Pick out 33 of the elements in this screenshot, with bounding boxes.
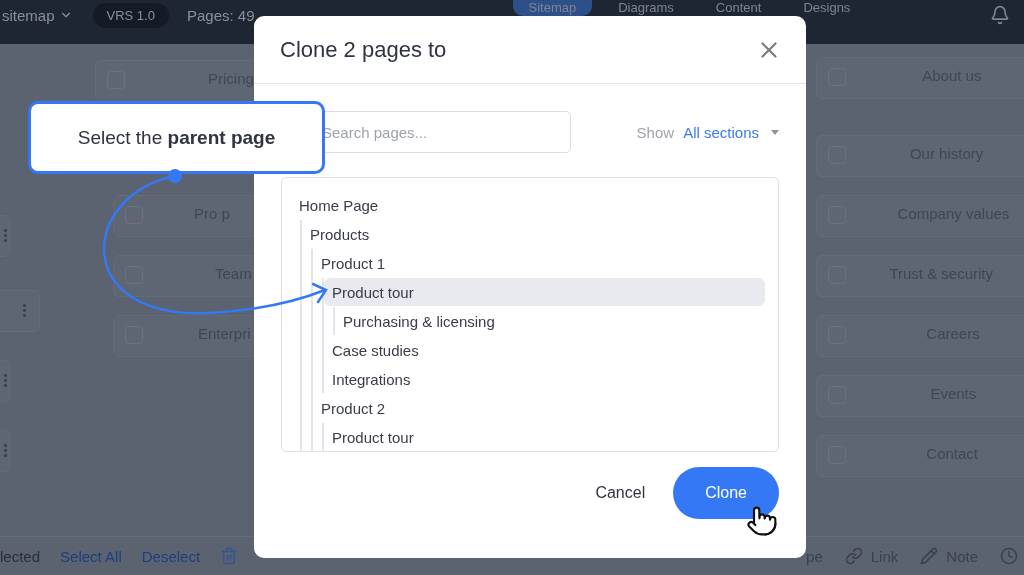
show-label: Show — [636, 123, 675, 141]
tree-item[interactable]: Case studies — [324, 336, 765, 364]
tree-item[interactable]: Home Page — [282, 191, 765, 219]
callout-text: Select the parent page — [77, 126, 276, 149]
tree-item[interactable]: Products — [302, 220, 765, 248]
clone-button[interactable]: Clone — [673, 467, 779, 519]
more-icon[interactable] — [23, 303, 26, 317]
link-icon[interactable] — [844, 547, 863, 565]
more-icon[interactable] — [4, 228, 7, 242]
checkbox[interactable] — [125, 206, 143, 224]
section-dropdown[interactable]: All sections — [683, 123, 779, 141]
project-name[interactable]: sitemap — [2, 6, 55, 24]
nav-tab[interactable]: Diagrams — [602, 0, 690, 16]
cancel-button[interactable]: Cancel — [595, 467, 646, 519]
tree-item[interactable]: Purchasing & licensing — [335, 307, 765, 335]
tree-item[interactable]: Product tour — [324, 278, 765, 306]
selection-text: lected — [0, 547, 41, 565]
tree-item[interactable]: Product 1 — [313, 249, 765, 277]
nav-tab[interactable]: Designs — [787, 0, 867, 16]
tree-item[interactable]: Product 2 — [313, 394, 765, 422]
hand-cursor-icon — [746, 505, 778, 537]
more-icon[interactable] — [4, 443, 7, 457]
trash-icon[interactable] — [220, 547, 239, 565]
more-icon[interactable] — [4, 373, 7, 387]
tree-item[interactable]: Integrations — [324, 365, 765, 393]
clock-icon[interactable] — [1000, 547, 1018, 565]
version-badge: VRS 1.0 — [92, 3, 169, 28]
tree-item[interactable]: Product tour — [324, 423, 765, 451]
page-count: Pages: 49 — [186, 7, 255, 24]
dialog-title: Clone 2 pages to — [280, 36, 447, 63]
nav-tab[interactable]: Content — [699, 0, 778, 16]
bell-icon[interactable] — [990, 5, 1010, 25]
pencil-icon[interactable] — [920, 547, 939, 565]
